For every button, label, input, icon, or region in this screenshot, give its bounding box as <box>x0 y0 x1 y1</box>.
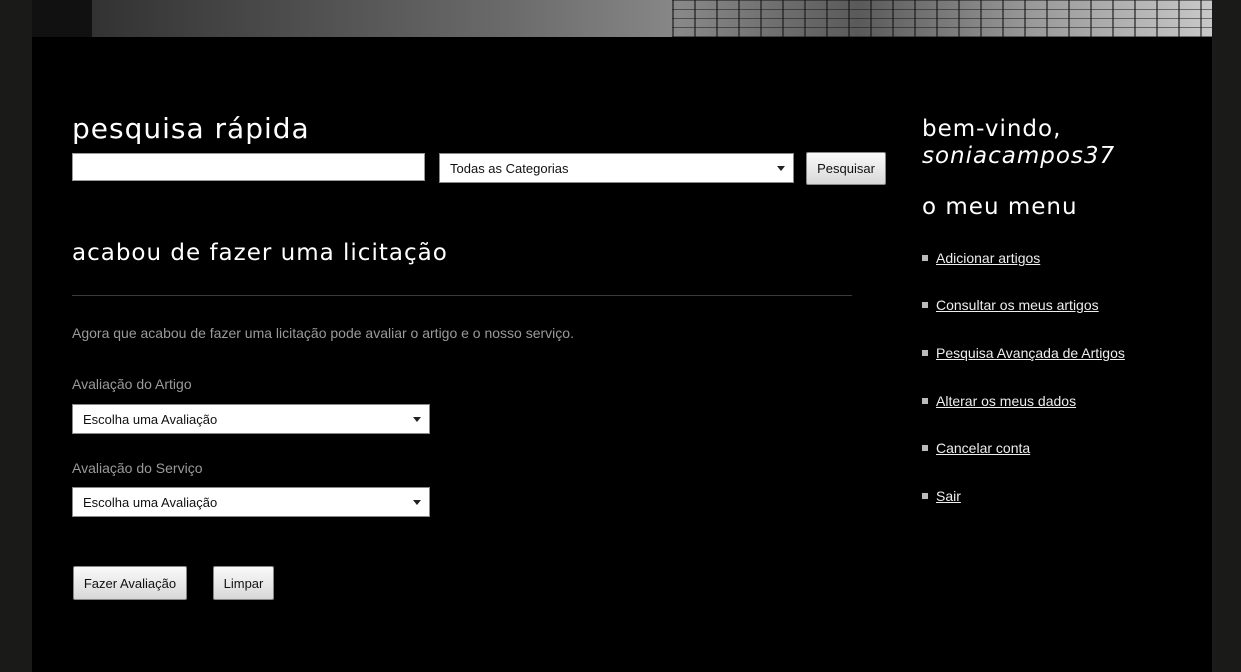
bullet-icon <box>922 445 928 451</box>
banner-building-facade <box>672 0 1212 37</box>
submit-rating-button[interactable]: Fazer Avaliação <box>73 566 187 600</box>
service-rating-value: Escolha uma Avaliação <box>83 494 218 510</box>
service-rating-select[interactable]: Escolha uma Avaliação <box>72 487 430 517</box>
bullet-icon <box>922 255 928 261</box>
bullet-icon <box>922 350 928 356</box>
bullet-icon <box>922 302 928 308</box>
service-rating-label: Avaliação do Serviço <box>72 460 203 476</box>
category-select[interactable]: Todas as Categorias <box>439 153 794 183</box>
bullet-icon <box>922 398 928 404</box>
sidebar-item-edit-profile[interactable]: Alterar os meus dados <box>922 393 1076 409</box>
chevron-down-icon <box>777 166 785 171</box>
sidebar-item-add-articles[interactable]: Adicionar artigos <box>922 250 1040 266</box>
clear-button[interactable]: Limpar <box>213 566 274 600</box>
banner-shadow <box>32 0 92 37</box>
sidebar-item-label[interactable]: Alterar os meus dados <box>936 393 1076 409</box>
article-rating-select[interactable]: Escolha uma Avaliação <box>72 404 430 434</box>
sidebar-item-cancel-account[interactable]: Cancelar conta <box>922 440 1030 456</box>
article-rating-value: Escolha uma Avaliação <box>83 411 218 427</box>
sidebar-item-label[interactable]: Sair <box>936 488 961 504</box>
page-title: acabou de fazer uma licitação <box>72 240 448 266</box>
sidebar-item-label[interactable]: Cancelar conta <box>936 440 1030 456</box>
sidebar-item-logout[interactable]: Sair <box>922 488 961 504</box>
category-select-value: Todas as Categorias <box>450 160 569 176</box>
quick-search-heading: pesquisa rápida <box>72 112 310 145</box>
bullet-icon <box>922 493 928 499</box>
article-rating-label: Avaliação do Artigo <box>72 376 192 392</box>
search-input[interactable] <box>72 153 425 181</box>
chevron-down-icon <box>413 500 421 505</box>
header-banner-image <box>32 0 1212 37</box>
sidebar-item-label[interactable]: Consultar os meus artigos <box>936 297 1099 313</box>
intro-text: Agora que acabou de fazer uma licitação … <box>72 325 574 341</box>
chevron-down-icon <box>413 417 421 422</box>
welcome-heading: bem-vindo, soniacampos37 <box>922 116 1115 170</box>
welcome-text: bem-vindo, <box>922 116 1062 142</box>
username: soniacampos37 <box>922 143 1116 169</box>
sidebar-item-my-articles[interactable]: Consultar os meus artigos <box>922 297 1099 313</box>
search-button[interactable]: Pesquisar <box>806 152 886 185</box>
sidebar-item-label[interactable]: Adicionar artigos <box>936 250 1040 266</box>
sidebar-item-advanced-search[interactable]: Pesquisa Avançada de Artigos <box>922 345 1125 361</box>
menu-heading: o meu menu <box>922 194 1078 220</box>
divider <box>72 295 852 296</box>
sidebar-item-label[interactable]: Pesquisa Avançada de Artigos <box>936 345 1125 361</box>
